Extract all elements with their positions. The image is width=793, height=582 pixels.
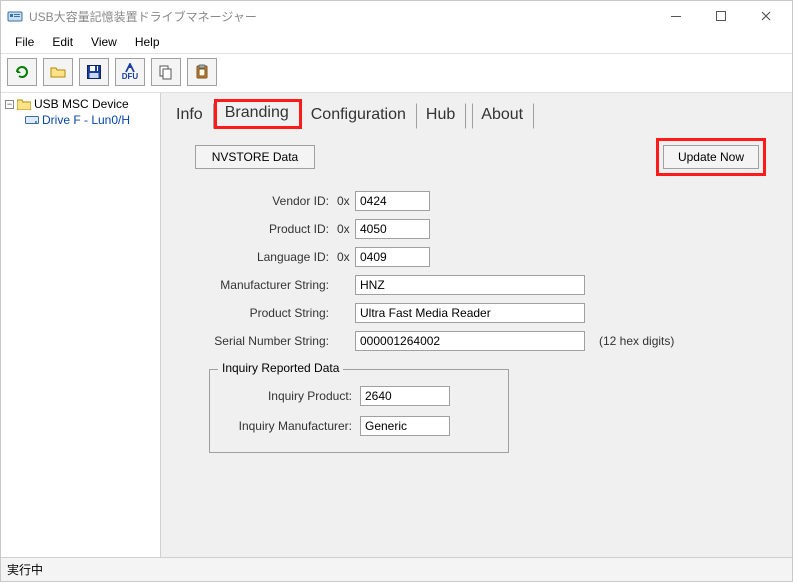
menu-file[interactable]: File [7, 33, 42, 51]
maximize-button[interactable] [698, 2, 743, 30]
serial-note: (12 hex digits) [599, 334, 674, 348]
open-button[interactable] [43, 58, 73, 86]
hex-prefix: 0x [337, 250, 355, 264]
branding-panel: Update Now NVSTORE Data Vendor ID: 0x Pr… [161, 129, 792, 469]
row-manufacturer-string: Manufacturer String: [177, 275, 776, 295]
minimize-button[interactable] [653, 2, 698, 30]
nvstore-data-button[interactable]: NVSTORE Data [195, 145, 315, 169]
tab-info[interactable]: Info [167, 103, 214, 129]
collapse-icon[interactable]: − [5, 100, 14, 109]
toolbar-group-2: DFU [43, 58, 145, 86]
label-vendor-id: Vendor ID: [177, 194, 337, 208]
hex-prefix: 0x [337, 222, 355, 236]
row-product-string: Product String: [177, 303, 776, 323]
copy-button[interactable] [151, 58, 181, 86]
input-serial-number[interactable] [355, 331, 585, 351]
app-icon [7, 8, 23, 24]
dfu-icon: DFU [122, 63, 138, 81]
update-now-highlight: Update Now [656, 138, 766, 176]
input-product-id[interactable] [355, 219, 430, 239]
status-text: 実行中 [7, 563, 43, 577]
menubar: File Edit View Help [1, 31, 792, 54]
inquiry-groupbox: Inquiry Reported Data Inquiry Product: I… [209, 369, 509, 453]
statusbar: 実行中 [1, 557, 792, 581]
tab-hub[interactable]: Hub [417, 103, 466, 129]
input-vendor-id[interactable] [355, 191, 430, 211]
row-inquiry-product: Inquiry Product: [220, 386, 498, 406]
folder-open-icon [50, 64, 66, 80]
window-controls [653, 2, 788, 30]
toolbar-group-3 [151, 58, 181, 86]
label-manufacturer-string: Manufacturer String: [177, 278, 337, 292]
app-window: USB大容量記憶装置ドライブマネージャー File Edit View Help [0, 0, 793, 582]
label-product-id: Product ID: [177, 222, 337, 236]
save-button[interactable] [79, 58, 109, 86]
row-inquiry-manufacturer: Inquiry Manufacturer: [220, 416, 498, 436]
input-inquiry-product[interactable] [360, 386, 450, 406]
label-inquiry-product: Inquiry Product: [220, 389, 360, 403]
paste-button[interactable] [187, 58, 217, 86]
close-button[interactable] [743, 2, 788, 30]
tree-child-label: Drive F - Lun0/H [42, 113, 130, 127]
input-language-id[interactable] [355, 247, 430, 267]
update-now-button[interactable]: Update Now [663, 145, 759, 169]
window-title: USB大容量記憶装置ドライブマネージャー [29, 8, 653, 25]
row-vendor-id: Vendor ID: 0x [177, 191, 776, 211]
refresh-icon [14, 64, 30, 80]
refresh-button[interactable] [7, 58, 37, 86]
inquiry-legend: Inquiry Reported Data [218, 361, 343, 375]
row-product-id: Product ID: 0x [177, 219, 776, 239]
tabstrip: Info Branding Configuration Hub About [161, 93, 792, 129]
input-inquiry-manufacturer[interactable] [360, 416, 450, 436]
label-product-string: Product String: [177, 306, 337, 320]
tree-root-row[interactable]: − USB MSC Device [5, 97, 156, 111]
titlebar: USB大容量記憶装置ドライブマネージャー [1, 1, 792, 31]
folder-icon [17, 98, 31, 110]
content-split: − USB MSC Device Drive F - Lun0/H [1, 93, 792, 557]
tab-branding[interactable]: Branding [214, 99, 302, 129]
input-manufacturer-string[interactable] [355, 275, 585, 295]
menu-help[interactable]: Help [127, 33, 168, 51]
label-language-id: Language ID: [177, 250, 337, 264]
toolbar-group-1 [7, 58, 37, 86]
label-serial-number: Serial Number String: [177, 334, 337, 348]
tree-root-label: USB MSC Device [34, 97, 129, 111]
clipboard-icon [194, 64, 210, 80]
copy-icon [158, 64, 174, 80]
row-language-id: Language ID: 0x [177, 247, 776, 267]
tree-child-row[interactable]: Drive F - Lun0/H [25, 113, 156, 127]
branding-form: Vendor ID: 0x Product ID: 0x Language ID… [177, 191, 776, 351]
toolbar: DFU [1, 54, 792, 93]
row-serial-number-string: Serial Number String: (12 hex digits) [177, 331, 776, 351]
label-inquiry-manufacturer: Inquiry Manufacturer: [220, 419, 360, 433]
main-pane: Info Branding Configuration Hub About Up… [161, 93, 792, 557]
input-product-string[interactable] [355, 303, 585, 323]
drive-icon [25, 114, 39, 126]
toolbar-group-4 [187, 58, 217, 86]
tab-about[interactable]: About [472, 103, 534, 129]
device-tree[interactable]: − USB MSC Device Drive F - Lun0/H [1, 93, 161, 557]
tab-configuration[interactable]: Configuration [302, 103, 417, 129]
floppy-disk-icon [86, 64, 102, 80]
menu-edit[interactable]: Edit [44, 33, 81, 51]
menu-view[interactable]: View [83, 33, 125, 51]
dfu-button[interactable]: DFU [115, 58, 145, 86]
hex-prefix: 0x [337, 194, 355, 208]
